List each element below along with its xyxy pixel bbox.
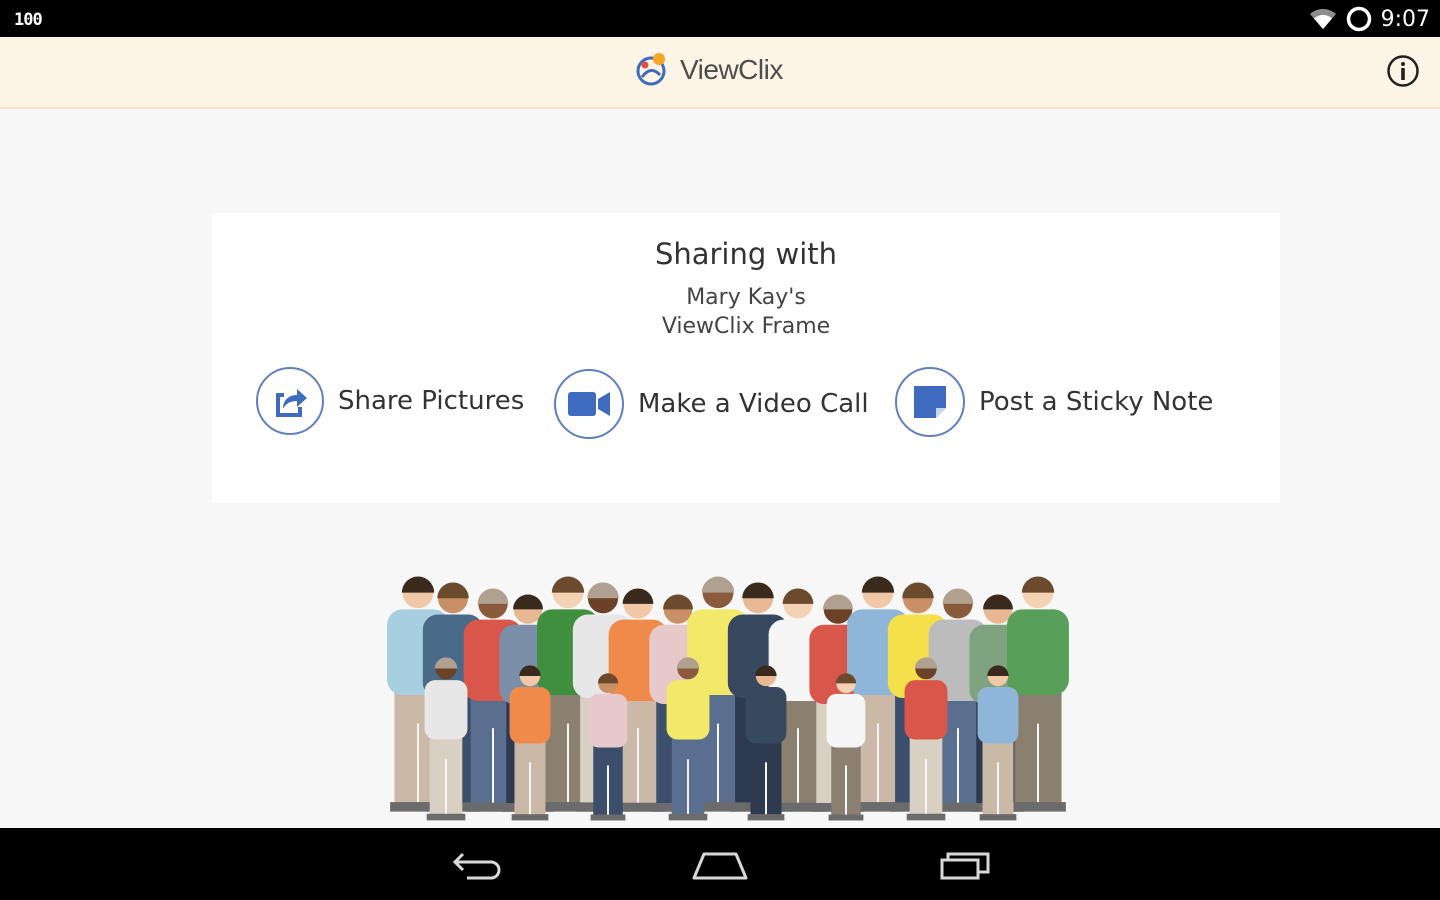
app-title: ViewClix [680, 54, 783, 85]
back-icon [452, 852, 501, 880]
recent-apps-button[interactable] [934, 844, 994, 884]
back-button[interactable] [447, 844, 507, 884]
sticky-note-button[interactable]: Post a Sticky Note [895, 367, 1213, 437]
share-icon-circle [256, 367, 324, 435]
brand: ViewClix [634, 51, 783, 89]
wifi-icon [1309, 8, 1336, 29]
share-pictures-button[interactable]: Share Pictures [256, 367, 524, 435]
video-icon-circle [554, 369, 624, 439]
status-icons: 9:07 [1309, 4, 1430, 34]
sticky-note-icon-circle [895, 367, 965, 437]
sync-circle-icon [1346, 6, 1371, 32]
info-icon [1387, 55, 1419, 87]
share-pictures-label: Share Pictures [338, 386, 525, 416]
battery-level: 100 [14, 10, 43, 30]
video-call-label: Make a Video Call [638, 389, 869, 419]
video-camera-icon [568, 392, 610, 416]
share-icon [276, 389, 307, 417]
recipient-name: Mary Kay's [686, 285, 806, 310]
card-title: Sharing with [654, 237, 838, 271]
clock: 9:07 [1380, 6, 1430, 32]
sticky-note-label: Post a Sticky Note [979, 387, 1214, 417]
info-button[interactable] [1386, 54, 1420, 88]
navigation-bar [0, 828, 1440, 900]
viewclix-logo-icon [636, 53, 666, 86]
app-bar: ViewClix [0, 37, 1440, 109]
status-bar: 100 9:07 [0, 0, 1440, 37]
sharing-card: Sharing with Mary Kay's ViewClix Frame S… [212, 213, 1280, 503]
recent-apps-icon [940, 852, 990, 880]
sticky-note-icon [914, 386, 946, 418]
home-icon [692, 852, 748, 880]
crowd-illustration [387, 576, 1069, 821]
video-call-button[interactable]: Make a Video Call [554, 369, 869, 439]
recipient-frame: ViewClix Frame [661, 314, 831, 339]
home-button[interactable] [690, 844, 750, 884]
